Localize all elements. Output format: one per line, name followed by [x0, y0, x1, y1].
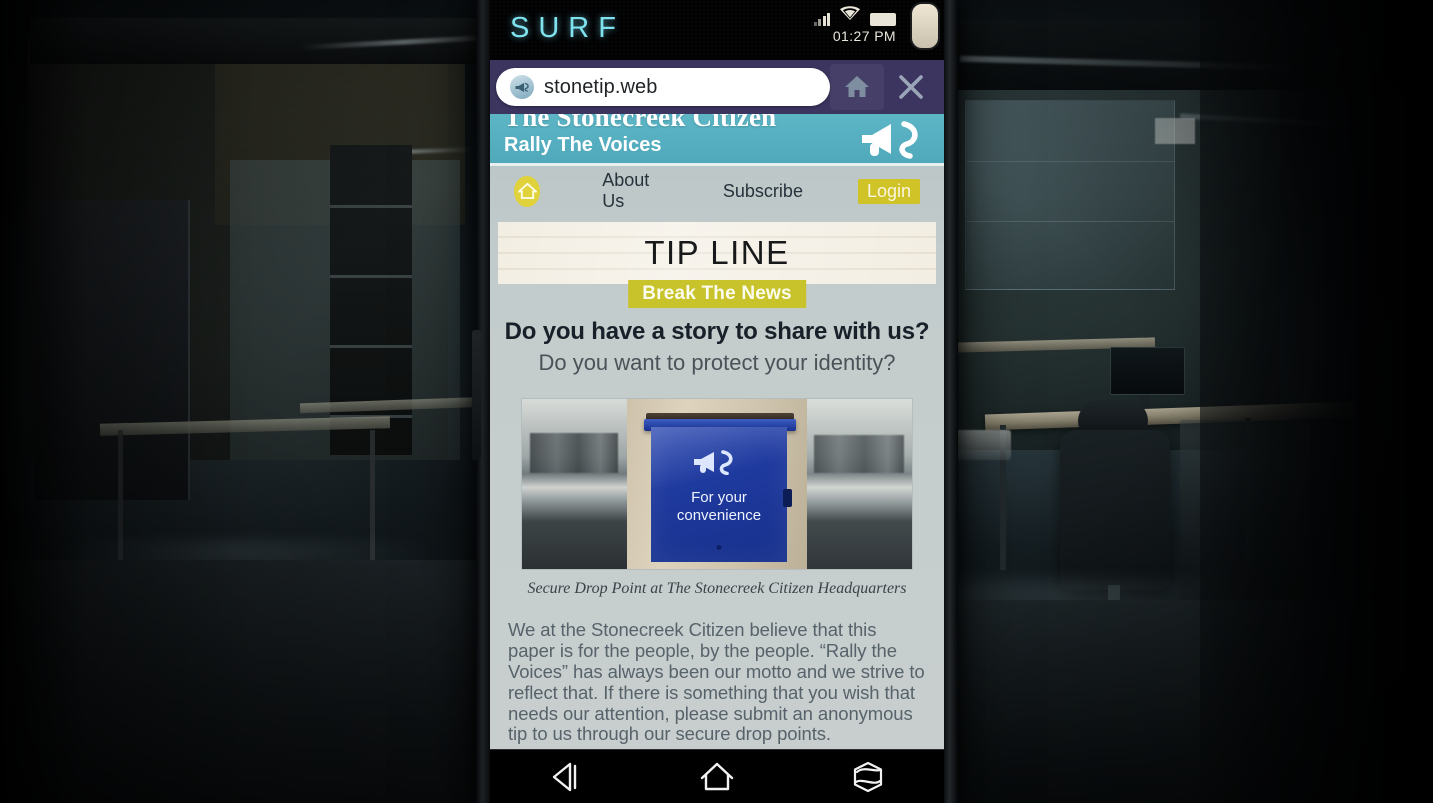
site-favicon-icon — [510, 75, 534, 99]
signal-bars-icon — [813, 12, 830, 26]
nav-item-about-us[interactable]: About Us — [602, 170, 665, 212]
battery-icon — [870, 13, 896, 26]
browser-home-button[interactable] — [830, 64, 884, 110]
dropbox-lock-icon — [783, 489, 792, 507]
site-header: The Stonecreek Citizen Rally The Voices — [490, 114, 944, 166]
url-text[interactable]: stonetip.web — [544, 76, 658, 99]
android-navigation-bar — [490, 749, 944, 803]
dropbox-screw — [716, 545, 722, 550]
break-the-news-ribbon: Break The News — [628, 280, 806, 308]
web-page-content: The Stonecreek Citizen Rally The Voices … — [490, 114, 944, 749]
nav-item-subscribe[interactable]: Subscribe — [723, 181, 803, 202]
android-home-button[interactable] — [682, 755, 752, 799]
address-bar[interactable]: stonetip.web — [496, 68, 830, 106]
dropbox-text-line2: convenience — [676, 507, 762, 524]
phone-screen: SURF 01:27 PM stonetip.web The Stonecree… — [490, 0, 944, 803]
nav-login-button[interactable]: Login — [857, 178, 920, 204]
browser-close-button[interactable] — [884, 64, 938, 110]
megaphone-icon — [858, 118, 934, 165]
browser-toolbar: stonetip.web — [490, 60, 944, 114]
nav-home-icon[interactable] — [514, 175, 541, 207]
photo-caption: Secure Drop Point at The Stonecreek Citi… — [527, 580, 907, 597]
tip-line-title: TIP LINE — [644, 234, 790, 271]
surf-app-logo: SURF — [510, 12, 625, 44]
site-title: The Stonecreek Citizen — [504, 114, 777, 132]
drop-point-photo: For your convenience — [521, 398, 913, 570]
phone-camera-notch — [910, 2, 940, 50]
screen-capture: SURF 01:27 PM stonetip.web The Stonecree… — [0, 0, 1433, 803]
site-nav: About Us Subscribe Login — [490, 166, 944, 216]
tip-line-banner: TIP LINE Break The News — [498, 222, 936, 308]
status-bar-clock: 01:27 PM — [832, 28, 896, 44]
question-secondary: Do you want to protect your identity? — [538, 350, 896, 375]
android-recents-button[interactable] — [833, 755, 903, 799]
phone-power-button[interactable] — [472, 330, 481, 460]
article-body: We at the Stonecreek Citizen believe tha… — [508, 619, 925, 745]
dropbox-text-line1: For your — [691, 489, 747, 506]
android-back-button[interactable] — [531, 755, 601, 799]
status-bar: SURF 01:27 PM — [490, 0, 944, 60]
wifi-icon — [839, 5, 861, 26]
site-tagline: Rally The Voices — [504, 134, 662, 156]
question-primary: Do you have a story to share with us? — [504, 318, 930, 345]
phone-bezel-right — [944, 0, 958, 803]
